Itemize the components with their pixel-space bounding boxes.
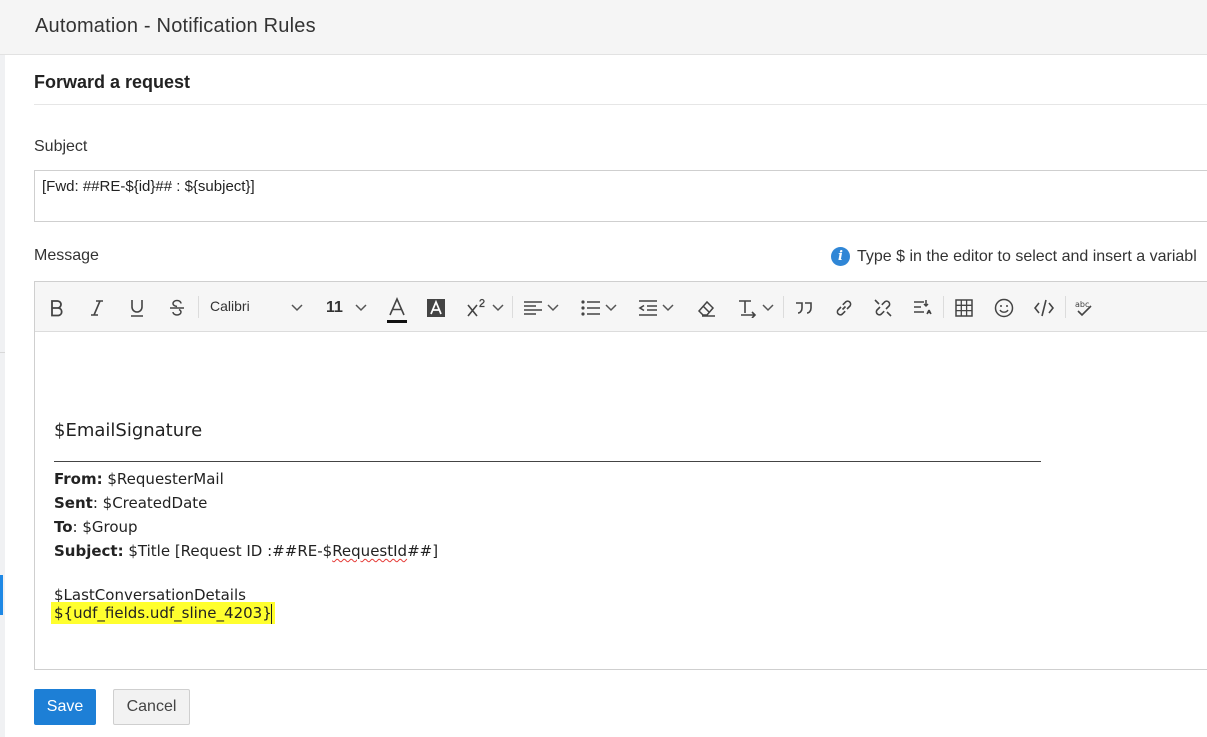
nav-divider: [0, 352, 5, 353]
text-direction-icon[interactable]: [736, 295, 758, 321]
from-line: From: $RequesterMail: [54, 470, 224, 488]
font-family-dropdown[interactable]: Calibri: [210, 298, 250, 314]
info-icon: i: [831, 247, 850, 266]
cancel-button[interactable]: Cancel: [113, 689, 190, 725]
insert-variable-icon[interactable]: [1033, 295, 1055, 321]
message-editor[interactable]: Calibri 11 abc $EmailSignature From: $Re…: [34, 281, 1207, 670]
subject-field[interactable]: [34, 170, 1207, 222]
save-button[interactable]: Save: [34, 689, 96, 725]
bulleted-list-icon[interactable]: [580, 295, 602, 321]
variable-hint-text: Type $ in the editor to select and inser…: [857, 247, 1197, 265]
font-color-icon[interactable]: [384, 295, 410, 325]
subject-line-value: $Title [Request ID :##RE-$: [123, 542, 333, 560]
chevron-down-icon[interactable]: [604, 295, 618, 321]
toolbar-separator: [1065, 296, 1066, 318]
highlight-color-icon[interactable]: [424, 295, 448, 321]
underline-icon[interactable]: [125, 295, 149, 321]
sent-label: Sent: [54, 494, 93, 512]
toolbar-separator: [943, 296, 944, 318]
to-value: : $Group: [72, 518, 138, 536]
svg-text:abc: abc: [1075, 300, 1089, 309]
chevron-down-icon[interactable]: [546, 295, 560, 321]
sent-line: Sent: $CreatedDate: [54, 494, 207, 512]
to-label: To: [54, 518, 73, 536]
chevron-down-icon[interactable]: [761, 295, 775, 321]
from-value: $RequesterMail: [102, 470, 224, 488]
editor-toolbar: Calibri 11 abc: [35, 282, 1207, 332]
spellcheck-icon[interactable]: abc: [1073, 295, 1095, 321]
subject-line-suffix: ##]: [407, 542, 439, 560]
from-label: From:: [54, 470, 103, 488]
sent-value: : $CreatedDate: [92, 494, 208, 512]
strikethrough-icon[interactable]: [165, 295, 189, 321]
table-icon[interactable]: [953, 295, 975, 321]
subject-line-label: Subject:: [54, 542, 124, 560]
page-title: Automation - Notification Rules: [35, 15, 316, 37]
horizontal-rule: [54, 461, 1041, 462]
variable-hint: i Type $ in the editor to select and ins…: [831, 247, 1197, 266]
subject-line: Subject: $Title [Request ID :##RE-$Reque…: [54, 542, 438, 560]
chevron-down-icon[interactable]: [491, 295, 505, 321]
section-title: Forward a request: [34, 72, 191, 92]
quote-icon[interactable]: [793, 295, 815, 321]
section-divider: [34, 104, 1207, 105]
link-icon[interactable]: [833, 295, 855, 321]
clear-format-icon[interactable]: [696, 295, 718, 321]
toolbar-separator: [198, 296, 199, 318]
chevron-down-icon[interactable]: [289, 295, 305, 321]
subject-input[interactable]: [42, 175, 1202, 197]
editor-content[interactable]: $EmailSignature From: $RequesterMail Sen…: [51, 332, 1207, 669]
active-nav-marker: [0, 575, 3, 615]
chevron-down-icon[interactable]: [661, 295, 675, 321]
toolbar-separator: [783, 296, 784, 318]
left-nav-strip: [0, 0, 5, 737]
toolbar-separator: [512, 296, 513, 318]
subject-label: Subject: [34, 138, 88, 155]
italic-icon[interactable]: [85, 295, 109, 321]
to-line: To: $Group: [54, 518, 138, 536]
email-signature-variable: $EmailSignature: [54, 420, 203, 441]
find-replace-icon[interactable]: [912, 295, 934, 321]
spelling-error: RequestId: [332, 542, 408, 560]
font-size-dropdown[interactable]: 11: [326, 299, 343, 317]
unlink-icon[interactable]: [872, 295, 894, 321]
emoji-icon[interactable]: [993, 295, 1015, 321]
text-cursor: [271, 604, 272, 624]
chevron-down-icon[interactable]: [353, 295, 369, 321]
bold-icon[interactable]: [45, 295, 69, 321]
page-header: Automation - Notification Rules: [0, 0, 1207, 55]
align-icon[interactable]: [522, 295, 544, 321]
indent-icon[interactable]: [637, 295, 659, 321]
highlighted-udf-variable: ${udf_fields.udf_sline_4203}: [51, 602, 275, 624]
message-label: Message: [34, 247, 99, 264]
superscript-icon[interactable]: [465, 295, 489, 321]
